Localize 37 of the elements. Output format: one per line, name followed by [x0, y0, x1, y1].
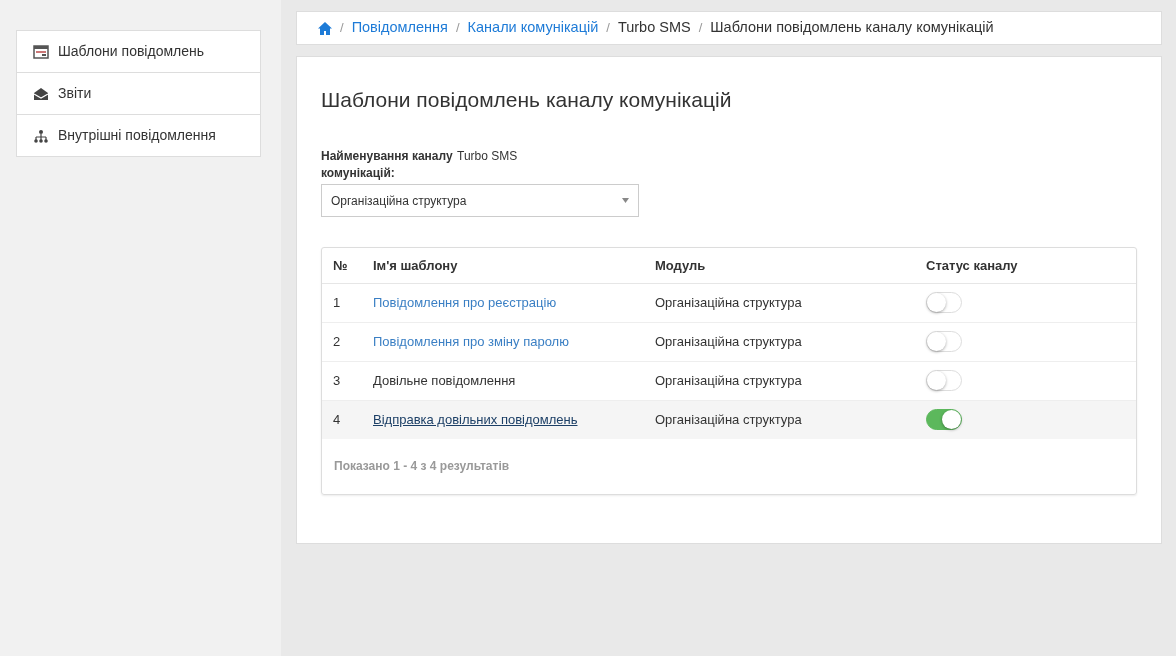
breadcrumb-link[interactable]: Повідомлення	[351, 17, 448, 39]
channel-label: Найменування каналу комунікацій:	[321, 148, 453, 183]
sidebar-item[interactable]: Внутрішні повідомлення	[16, 114, 261, 157]
envelope-icon	[33, 86, 49, 101]
breadcrumb-link[interactable]: Канали комунікацій	[467, 17, 599, 39]
sidebar-item[interactable]: Шаблони повідомлень	[16, 30, 261, 73]
module-select[interactable]: Організаційна структура	[321, 184, 639, 218]
table-cell: 2	[322, 322, 362, 362]
table-cell: 1	[322, 283, 362, 323]
breadcrumb-separator: /	[340, 19, 344, 38]
template-link[interactable]: Повідомлення про реєстрацію	[373, 294, 557, 310]
table-cell: Організаційна структура	[644, 400, 915, 440]
breadcrumb-separator: /	[455, 19, 460, 38]
template-name: Довільне повідомлення	[373, 372, 516, 388]
breadcrumb-item: Шаблони повідомлень каналу комунікацій	[710, 18, 994, 38]
column-header: Ім'я шаблону	[362, 248, 644, 284]
breadcrumb-separator: /	[698, 19, 703, 38]
sidebar-item[interactable]: Звіти	[16, 72, 261, 115]
caret-icon	[622, 198, 629, 204]
home-icon[interactable]	[318, 21, 332, 35]
column-header: №	[322, 248, 362, 284]
page-title: Шаблони повідомлень каналу комунікацій	[321, 87, 733, 113]
breadcrumb-item: Turbo SMS	[617, 18, 691, 38]
column-header: Модуль	[644, 248, 915, 284]
breadcrumb-separator: /	[606, 19, 610, 38]
column-header: Статус каналу	[915, 248, 1136, 284]
table-cell: Організаційна структура	[644, 361, 915, 401]
channel-name: Turbo SMS	[457, 148, 518, 166]
template-link[interactable]: Повідомлення про зміну паролю	[373, 333, 569, 349]
table-cell: 4	[322, 400, 362, 440]
toggle-switch[interactable]	[926, 409, 962, 431]
window-icon	[33, 44, 49, 59]
table-cell: Організаційна структура	[644, 322, 915, 362]
results-summary: Показано 1 - 4 з 4 результатів	[333, 458, 511, 476]
table-cell: 3	[322, 361, 362, 401]
table-cell: Організаційна структура	[644, 283, 915, 323]
sitemap-icon	[33, 128, 49, 143]
